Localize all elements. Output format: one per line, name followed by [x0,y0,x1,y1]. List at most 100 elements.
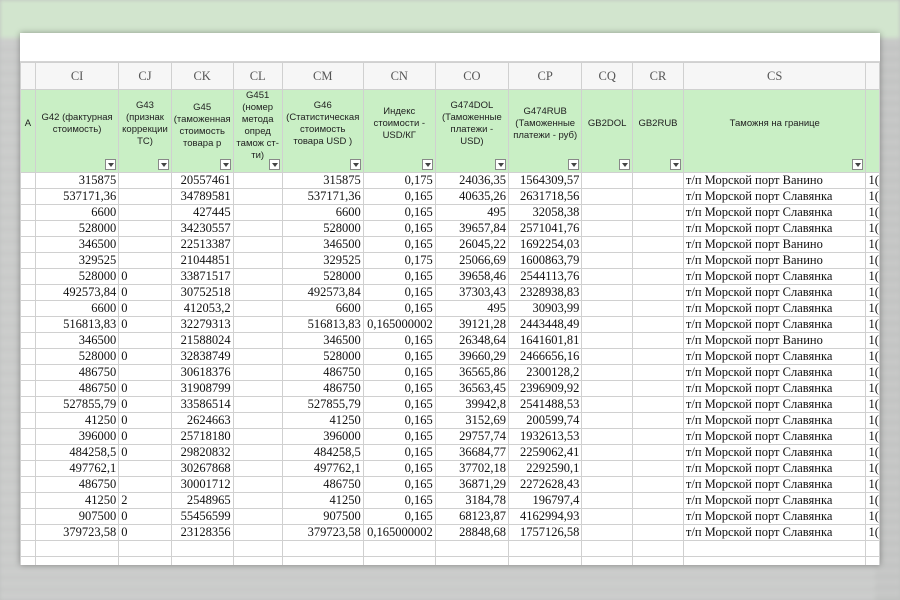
empty-cell[interactable] [20,556,36,565]
column-header-cj[interactable]: CJ [118,62,172,90]
cell-ct[interactable]: 1( [865,364,880,381]
cell-ci[interactable]: 492573,84 [34,284,120,301]
cell-cs[interactable]: т/п Морской порт Славянка [682,268,867,285]
empty-cell[interactable] [865,540,880,557]
cell-cj[interactable] [118,188,172,205]
cell-cn[interactable]: 0,165 [362,444,436,461]
row-stub-cell[interactable] [20,396,36,413]
cell-co[interactable]: 28848,68 [434,524,510,541]
cell-cm[interactable]: 329525 [281,252,364,269]
cell-co[interactable]: 40635,26 [434,188,510,205]
cell-cr[interactable] [632,236,684,253]
filter-dropdown-icon[interactable] [157,159,169,170]
empty-cell[interactable] [281,556,364,565]
cell-cj[interactable]: 0 [118,268,172,285]
cell-co[interactable]: 495 [434,204,510,221]
cell-ck[interactable]: 427445 [170,204,234,221]
cell-cs[interactable]: т/п Морской порт Славянка [682,188,867,205]
cell-cn[interactable]: 0,165 [362,348,436,365]
cell-cr[interactable] [632,348,684,365]
cell-cs[interactable]: т/п Морской порт Славянка [682,364,867,381]
cell-ct[interactable]: 1( [865,300,880,317]
cell-cp[interactable]: 200599,74 [508,412,583,429]
empty-cell[interactable] [434,540,510,557]
cell-cl[interactable] [232,444,283,461]
cell-cp[interactable]: 1600863,79 [508,252,583,269]
cell-cp[interactable]: 2571041,76 [508,220,583,237]
cell-ck[interactable]: 2548965 [170,492,234,509]
cell-co[interactable]: 37303,43 [434,284,510,301]
cell-ck[interactable]: 20557461 [170,172,234,189]
column-header-cp[interactable]: CP [508,62,583,90]
cell-cr[interactable] [632,396,684,413]
row-stub-cell[interactable] [20,492,36,509]
cell-cn[interactable]: 0,175 [362,172,436,189]
cell-cs[interactable]: т/п Морской порт Славянка [682,348,867,365]
cell-cs[interactable]: т/п Морской порт Славянка [682,492,867,509]
cell-cp[interactable]: 1692254,03 [508,236,583,253]
cell-ck[interactable]: 33871517 [170,268,234,285]
cell-ct[interactable]: 1( [865,252,880,269]
row-stub-cell[interactable] [20,316,36,333]
cell-cn[interactable]: 0,165000002 [362,524,436,541]
cell-ck[interactable]: 412053,2 [170,300,234,317]
cell-cm[interactable]: 346500 [281,236,364,253]
cell-cj[interactable]: 0 [118,348,172,365]
cell-cr[interactable] [632,268,684,285]
cell-cl[interactable] [232,492,283,509]
cell-co[interactable]: 36563,45 [434,380,510,397]
cell-cj[interactable]: 0 [118,428,172,445]
cell-ct[interactable]: 1( [865,508,880,525]
cell-ct[interactable]: 1( [865,332,880,349]
column-header-stub[interactable] [20,62,36,90]
cell-ck[interactable]: 30618376 [170,364,234,381]
cell-cp[interactable]: 2544113,76 [508,268,583,285]
cell-cq[interactable] [581,204,634,221]
cell-cj[interactable]: 0 [118,524,172,541]
row-stub-cell[interactable] [20,428,36,445]
cell-co[interactable]: 36684,77 [434,444,510,461]
cell-cm[interactable]: 537171,36 [281,188,364,205]
cell-cj[interactable]: 0 [118,508,172,525]
filter-dropdown-icon[interactable] [105,159,117,170]
cell-cm[interactable]: 528000 [281,348,364,365]
cell-cm[interactable]: 528000 [281,220,364,237]
cell-cn[interactable]: 0,175 [362,252,436,269]
cell-cq[interactable] [581,508,634,525]
cell-cj[interactable]: 0 [118,412,172,429]
empty-cell[interactable] [434,556,510,565]
cell-cp[interactable]: 2396909,92 [508,380,583,397]
cell-cq[interactable] [581,316,634,333]
cell-cj[interactable] [118,172,172,189]
empty-cell[interactable] [118,556,172,565]
cell-ct[interactable]: 1( [865,348,880,365]
cell-cp[interactable]: 4162994,93 [508,508,583,525]
column-header-cr[interactable]: CR [632,62,684,90]
cell-ct[interactable]: 1( [865,396,880,413]
cell-cp[interactable]: 2259062,41 [508,444,583,461]
cell-ct[interactable]: 1( [865,220,880,237]
empty-cell[interactable] [632,540,684,557]
row-stub-cell[interactable] [20,220,36,237]
row-stub-cell[interactable] [20,380,36,397]
cell-ck[interactable]: 22513387 [170,236,234,253]
cell-co[interactable]: 37702,18 [434,460,510,477]
cell-cm[interactable]: 527855,79 [281,396,364,413]
cell-cp[interactable]: 1932613,53 [508,428,583,445]
empty-cell[interactable] [362,540,436,557]
cell-ct[interactable]: 1( [865,492,880,509]
filter-dropdown-icon[interactable] [219,159,231,170]
row-stub-cell[interactable] [20,236,36,253]
cell-ck[interactable]: 34230557 [170,220,234,237]
cell-cs[interactable]: т/п Морской порт Ванино [682,172,867,189]
cell-cr[interactable] [632,412,684,429]
cell-cl[interactable] [232,460,283,477]
cell-co[interactable]: 24036,35 [434,172,510,189]
cell-cp[interactable]: 1757126,58 [508,524,583,541]
empty-cell[interactable] [170,540,234,557]
row-stub-cell[interactable] [20,476,36,493]
cell-cl[interactable] [232,188,283,205]
cell-cs[interactable]: т/п Морской порт Славянка [682,316,867,333]
cell-cq[interactable] [581,300,634,317]
cell-cl[interactable] [232,252,283,269]
